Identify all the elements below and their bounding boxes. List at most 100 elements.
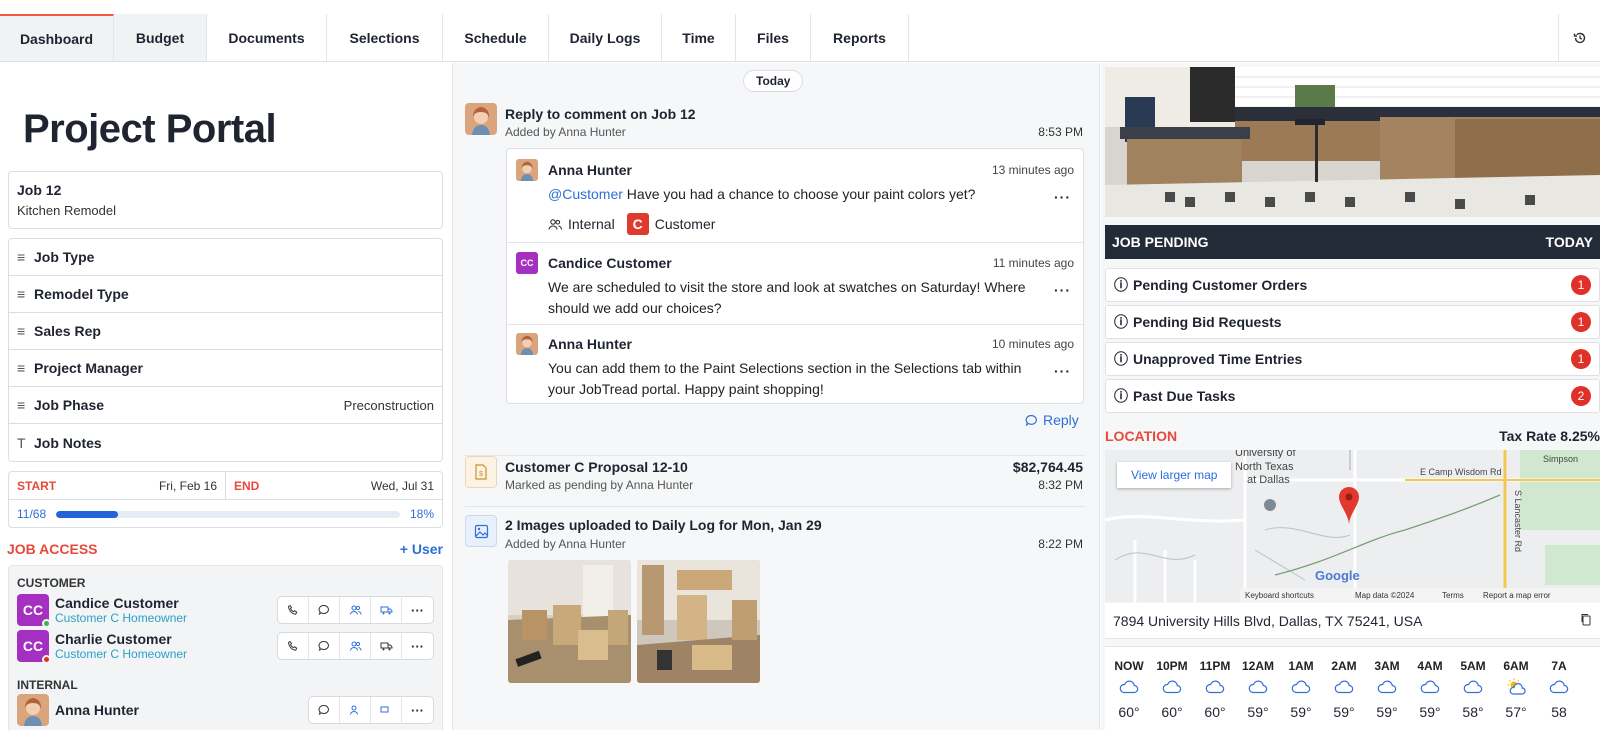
comment-more-button[interactable]: ··· bbox=[1054, 189, 1071, 205]
more-button[interactable]: ··· bbox=[402, 697, 433, 723]
cloud-icon bbox=[1367, 676, 1407, 698]
mention-link[interactable]: @Customer bbox=[548, 186, 623, 202]
daily-log-photo[interactable] bbox=[637, 560, 760, 683]
tab-documents[interactable]: Documents bbox=[207, 14, 327, 61]
field-job-phase[interactable]: ≡ Job Phase Preconstruction bbox=[9, 387, 442, 424]
list-icon: ≡ bbox=[17, 397, 26, 413]
job-name: Job 12 bbox=[17, 182, 62, 198]
job-status: JOB PENDING bbox=[1112, 234, 1209, 250]
add-user-button[interactable]: + User bbox=[400, 541, 443, 557]
weather-temp: 60° bbox=[1118, 704, 1140, 720]
call-button[interactable] bbox=[278, 633, 309, 659]
pending-customer-orders[interactable]: ⓘ Pending Customer Orders 1 bbox=[1105, 268, 1600, 302]
job-status-bar: JOB PENDING TODAY bbox=[1105, 225, 1600, 259]
list-icon: ≡ bbox=[17, 323, 26, 339]
access-button[interactable] bbox=[340, 633, 371, 659]
location-map[interactable]: University of North Texas at Dallas E Ca… bbox=[1105, 450, 1600, 602]
tab-files[interactable]: Files bbox=[736, 14, 811, 61]
comment-more-button[interactable]: ··· bbox=[1054, 363, 1071, 379]
copy-icon[interactable] bbox=[1580, 613, 1592, 629]
text-icon: T bbox=[17, 434, 26, 451]
map-label[interactable]: Keyboard shortcuts bbox=[1245, 591, 1314, 600]
cloud-icon bbox=[1539, 676, 1579, 698]
portal-button[interactable] bbox=[371, 633, 402, 659]
avatar-initials: CC bbox=[22, 638, 44, 654]
map-label[interactable]: Report a map error bbox=[1483, 591, 1551, 600]
list-icon: ≡ bbox=[17, 249, 26, 265]
users-icon bbox=[548, 218, 562, 230]
person-role: Customer C Homeowner bbox=[55, 647, 188, 661]
reply-button[interactable]: Reply bbox=[1025, 412, 1079, 428]
tab-dashboard[interactable]: Dashboard bbox=[0, 14, 114, 61]
job-card[interactable]: Job 12 Kitchen Remodel bbox=[8, 171, 443, 229]
job-access-panel: CUSTOMER CC Candice Customer Customer C H… bbox=[8, 565, 443, 730]
more-icon: ··· bbox=[411, 602, 424, 618]
field-project-manager[interactable]: ≡ Project Manager bbox=[9, 350, 442, 387]
access-person: CC Charlie Customer Customer C Homeowner … bbox=[9, 628, 442, 664]
weather-hour-label: 12AM bbox=[1241, 659, 1274, 673]
customer-tag: Customer bbox=[654, 216, 716, 232]
avatar: CC bbox=[17, 594, 51, 628]
phone-icon bbox=[287, 640, 298, 651]
more-button[interactable]: ··· bbox=[402, 597, 433, 623]
weather-hour-label: 11PM bbox=[1199, 659, 1231, 673]
portal-button[interactable] bbox=[371, 697, 402, 723]
end-date[interactable]: END Wed, Jul 31 bbox=[226, 472, 442, 499]
tab-selections[interactable]: Selections bbox=[327, 14, 443, 61]
person-name: Charlie Customer bbox=[55, 631, 172, 647]
weather-temp: 59° bbox=[1419, 704, 1441, 720]
access-button[interactable] bbox=[340, 697, 371, 723]
pending-label: Pending Customer Orders bbox=[1133, 277, 1308, 293]
feed-item-title[interactable]: 2 Images uploaded to Daily Log for Mon, … bbox=[505, 517, 822, 533]
field-job-type[interactable]: ≡ Job Type bbox=[9, 239, 442, 276]
person-name: Anna Hunter bbox=[55, 702, 139, 718]
commenter-name: Anna Hunter bbox=[548, 336, 632, 352]
date-divider-pill: Today bbox=[743, 70, 804, 92]
message-button[interactable] bbox=[309, 597, 340, 623]
list-icon: ≡ bbox=[17, 286, 26, 302]
access-button[interactable] bbox=[340, 597, 371, 623]
field-job-notes[interactable]: T Job Notes bbox=[9, 424, 442, 461]
field-sales-rep[interactable]: ≡ Sales Rep bbox=[9, 313, 442, 350]
comment-text: Have you had a chance to choose your pai… bbox=[622, 186, 976, 202]
users-icon bbox=[349, 641, 362, 651]
daily-log-photo[interactable] bbox=[508, 560, 631, 683]
weather-temp: 57° bbox=[1505, 704, 1527, 720]
more-button[interactable]: ··· bbox=[402, 633, 433, 659]
tab-schedule[interactable]: Schedule bbox=[443, 14, 549, 61]
person-actions: ··· bbox=[277, 632, 434, 660]
address-text: 7894 University Hills Blvd, Dallas, TX 7… bbox=[1113, 612, 1423, 629]
tax-rate: Tax Rate 8.25% bbox=[1499, 428, 1600, 444]
phone-icon bbox=[287, 604, 298, 615]
person-actions: ··· bbox=[308, 696, 434, 724]
history-button[interactable] bbox=[1558, 14, 1600, 61]
field-remodel-type[interactable]: ≡ Remodel Type bbox=[9, 276, 442, 313]
tab-daily-logs[interactable]: Daily Logs bbox=[549, 14, 662, 61]
message-button[interactable] bbox=[309, 633, 340, 659]
feed-item-title[interactable]: Reply to comment on Job 12 bbox=[505, 106, 696, 122]
count-badge: 1 bbox=[1571, 349, 1591, 369]
feed-item-title[interactable]: Customer C Proposal 12-10 bbox=[505, 459, 688, 475]
truck-icon bbox=[380, 706, 388, 713]
message-button[interactable] bbox=[309, 697, 340, 723]
avatar: CC bbox=[17, 630, 51, 664]
tab-budget[interactable]: Budget bbox=[114, 14, 207, 61]
map-label[interactable]: Terms bbox=[1442, 591, 1464, 600]
past-due-tasks[interactable]: ⓘ Past Due Tasks 2 bbox=[1105, 379, 1600, 413]
tab-reports[interactable]: Reports bbox=[811, 14, 909, 61]
start-date[interactable]: START Fri, Feb 16 bbox=[9, 472, 226, 499]
commenter-name: Candice Customer bbox=[548, 255, 672, 271]
more-icon: ··· bbox=[411, 702, 424, 718]
pending-bid-requests[interactable]: ⓘ Pending Bid Requests 1 bbox=[1105, 305, 1600, 339]
unapproved-time-entries[interactable]: ⓘ Unapproved Time Entries 1 bbox=[1105, 342, 1600, 376]
portal-button[interactable] bbox=[371, 597, 402, 623]
feed-item-subtitle: Marked as pending by Anna Hunter bbox=[505, 478, 694, 492]
call-button[interactable] bbox=[278, 597, 309, 623]
job-dates: START Fri, Feb 16 END Wed, Jul 31 11/68 18… bbox=[8, 471, 443, 528]
tab-time[interactable]: Time bbox=[662, 14, 736, 61]
comment-more-button[interactable]: ··· bbox=[1054, 282, 1071, 298]
map-label: Map data ©2024 bbox=[1355, 591, 1415, 600]
weather-temp: 60° bbox=[1204, 704, 1226, 720]
person-name: Candice Customer bbox=[55, 595, 179, 611]
view-larger-map-button[interactable]: View larger map bbox=[1117, 462, 1232, 488]
